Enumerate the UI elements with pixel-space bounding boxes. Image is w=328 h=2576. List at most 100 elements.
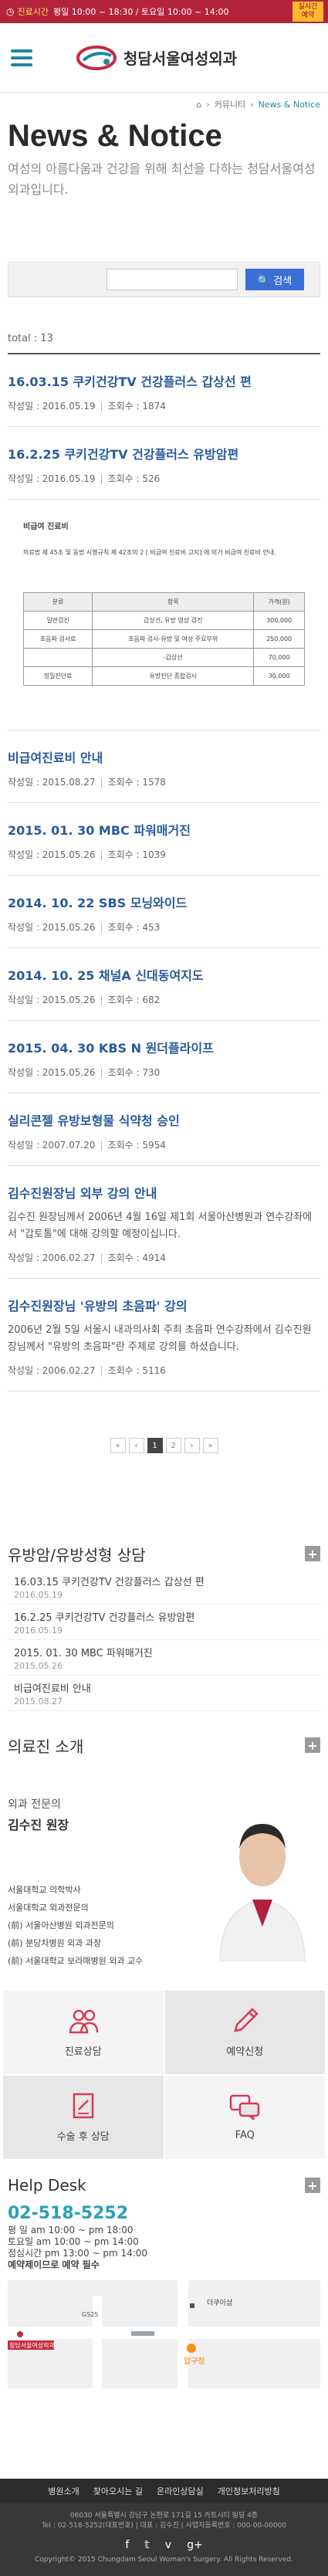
post-title[interactable]: 2015. 04. 30 KBS N 원더플라이프 bbox=[8, 1038, 320, 1056]
section-title: Help Desk bbox=[8, 2176, 86, 2195]
search-button[interactable]: 🔍 검색 bbox=[245, 269, 304, 290]
breadcrumb-sep: › bbox=[250, 99, 254, 110]
footer-link-about[interactable]: 병원소개 bbox=[48, 2485, 79, 2497]
clock-icon: ◷ bbox=[6, 6, 15, 17]
site-header: 청담서울여성외과 bbox=[0, 23, 328, 93]
list-item[interactable]: 16.03.15 쿠키건강TV 건강플러스 갑상선 편 2016.05.19 bbox=[8, 1569, 320, 1605]
list-item[interactable]: 2015. 01. 30 MBC 파워매거진 2015.05.26 bbox=[8, 1640, 320, 1676]
people-icon bbox=[69, 2009, 98, 2033]
footer-link-directions[interactable]: 찾아오시는 길 bbox=[93, 2485, 143, 2497]
pagination: « ‹ 1 2 › » bbox=[0, 1438, 328, 1453]
post-title[interactable]: 16.2.25 쿠키건강TV 건강플러스 유방암편 bbox=[8, 444, 320, 463]
footer-link-consult[interactable]: 온라인상담실 bbox=[157, 2485, 204, 2497]
post-meta: 작성일 : 2015.05.26 | 조회수 : 1039 bbox=[8, 849, 166, 860]
page-title: News & Notice bbox=[8, 119, 222, 153]
doctor-photo bbox=[205, 1784, 320, 1961]
map-label-building: 더쿠이샵 bbox=[207, 2300, 233, 2307]
phone-number[interactable]: 02-518-5252 bbox=[8, 2204, 320, 2223]
google-plus-icon[interactable]: g+ bbox=[187, 2539, 203, 2551]
list-item[interactable]: 김수진원장님 '유방의 초음파' 강의 2006년 2월 5일 서울시 내과의사… bbox=[8, 1279, 320, 1391]
map-label-station: 압구정 bbox=[184, 2357, 205, 2366]
quick-consult-button[interactable]: 진료상담 bbox=[3, 1991, 164, 2074]
search-bar: 🔍 검색 bbox=[8, 262, 320, 297]
post-title[interactable]: 2014. 10. 25 채널A 신대동여지도 bbox=[8, 965, 320, 984]
post-meta: 작성일 : 2015.05.26 | 조회수 : 730 bbox=[8, 1067, 161, 1078]
document-icon bbox=[73, 2093, 93, 2118]
list-item[interactable]: 실리콘젤 유방보형물 식약청 승인 작성일 : 2007.07.20 | 조회수 :… bbox=[8, 1093, 320, 1166]
list-item[interactable]: 2015. 04. 30 KBS N 원더플라이프 작성일 : 2015.05.… bbox=[8, 1021, 320, 1093]
fee-notice-image: 비급여 진료비 의료법 제 45조 및 동법 시행규칙 제 42조의 2 [ 비… bbox=[8, 500, 320, 730]
top-info-bar: ◷ 진료시간 평일 10:00 ~ 18:30 / 토요일 10:00 ~ 14… bbox=[0, 0, 328, 23]
post-meta: 작성일 : 2016.05.19 | 조회수 : 526 bbox=[8, 473, 161, 484]
logo-mark-icon bbox=[76, 45, 117, 70]
post-list: 16.03.15 쿠키건강TV 건강플러스 갑상선 편 작성일 : 2016.0… bbox=[8, 353, 320, 1391]
post-title[interactable]: 16.03.15 쿠키건강TV 건강플러스 갑상선 편 bbox=[8, 371, 320, 390]
footer-address: 06030 서울특별시 강남구 논현로 171길 15 카트시티 빌딩 4층 T… bbox=[41, 2512, 287, 2530]
list-item[interactable]: 2014. 10. 22 SBS 모닝와이드 작성일 : 2015.05.26 |… bbox=[8, 876, 320, 948]
footer-nav: 병원소개 찾아오시는 길 온라인상담실 개인정보처리방침 bbox=[0, 2479, 328, 2503]
list-item[interactable]: 2015. 01. 30 MBC 파워매거진 작성일 : 2015.05.26 |… bbox=[8, 803, 320, 876]
post-title[interactable]: 김수진원장님 외부 강의 안내 bbox=[8, 1183, 320, 1202]
post-meta: 작성일 : 2007.07.20 | 조회수 : 5954 bbox=[8, 1140, 166, 1151]
more-plus-icon[interactable]: + bbox=[305, 2178, 320, 2193]
prev-page-button[interactable]: ‹ bbox=[128, 1438, 144, 1453]
menu-icon[interactable] bbox=[11, 49, 32, 66]
doctor-section: 의료진 소개 + bbox=[0, 1730, 328, 1761]
quick-aftercare-button[interactable]: 수술 후 상담 bbox=[3, 2076, 164, 2159]
fee-table: 분류 항목 가격(원) 일반검진 갑상선, 유방 영상 검진 300,000 초음파 검… bbox=[22, 592, 305, 686]
list-item[interactable]: 비급여진료비 안내 2015.08.27 bbox=[8, 1676, 320, 1711]
vimeo-icon[interactable]: v bbox=[165, 2539, 171, 2551]
more-plus-icon[interactable]: + bbox=[305, 1737, 320, 1753]
section-title: 유방암/유방성형 상담 bbox=[8, 1545, 146, 1564]
post-meta: 작성일 : 2015.05.26 | 조회수 : 682 bbox=[8, 995, 161, 1005]
map-label-road: GS25 bbox=[82, 2311, 99, 2318]
realtime-reserve-button[interactable]: 실시간 예약 bbox=[292, 2, 323, 22]
list-item[interactable]: 16.03.15 쿠키건강TV 건강플러스 갑상선 편 작성일 : 2016.0… bbox=[8, 354, 320, 427]
copyright: Copyright© 2015 Chungdam Seoul Woman's S… bbox=[35, 2556, 293, 2564]
clinic-hours: 평 일 am 10:00 ~ pm 18:00 토요일 am 10:00 ~ p… bbox=[8, 2225, 148, 2270]
location-map[interactable]: 더쿠이샵 압구정 GS25 청담서울여성외과 bbox=[8, 2280, 320, 2388]
doctor-name: 김수진 원장 bbox=[8, 1818, 69, 1832]
doctor-career: 서울대학교 의학박사 서울대학교 외과전문의 (前) 서울아산병원 외과전문의 … bbox=[8, 1885, 144, 1966]
post-meta: 작성일 : 2016.05.19 | 조회수 : 1874 bbox=[8, 401, 166, 412]
list-item[interactable]: 비급여진료비 안내 작성일 : 2015.08.27 | 조회수 : 1578 bbox=[8, 730, 320, 803]
post-title[interactable]: 실리콘젤 유방보형물 식약청 승인 bbox=[8, 1110, 320, 1129]
fee-notice-intro: 의료법 제 45조 및 동법 시행규칙 제 42조의 2 [ 비급여 진료비 고… bbox=[23, 549, 276, 556]
doctor-subtitle: 외과 전문의 bbox=[8, 1798, 61, 1811]
quick-menu: 진료상담 예약신청 수술 후 상담 FAQ bbox=[3, 1991, 325, 2159]
map-label-hospital: 청담서울여성외과 bbox=[9, 2342, 55, 2349]
last-page-button[interactable]: » bbox=[202, 1438, 218, 1453]
post-excerpt: 김수진 원장님께서 2006년 4월 16일 제1회 서울아산병원과 연수강좌에… bbox=[8, 1212, 313, 1240]
page-1-button[interactable]: 1 bbox=[147, 1438, 163, 1453]
home-icon[interactable]: ⌂ bbox=[196, 100, 201, 110]
help-desk: Help Desk + 02-518-5252 평 일 am 10:00 ~ p… bbox=[0, 2159, 328, 2388]
search-input[interactable] bbox=[107, 269, 238, 290]
list-item[interactable]: 16.2.25 쿠키건강TV 건강플러스 유방암편 2016.05.19 bbox=[8, 1605, 320, 1640]
post-title[interactable]: 2015. 01. 30 MBC 파워매거진 bbox=[8, 820, 320, 839]
site-logo[interactable]: 청담서울여성외과 bbox=[76, 45, 237, 71]
quick-reserve-button[interactable]: 예약신청 bbox=[164, 1991, 325, 2074]
post-meta: 작성일 : 2015.08.27 | 조회수 : 1578 bbox=[8, 777, 166, 788]
list-item[interactable]: 16.2.25 쿠키건강TV 건강플러스 유방암편 작성일 : 2016.05.… bbox=[8, 427, 320, 500]
social-links: f 𝕥 v g+ bbox=[0, 2539, 328, 2551]
post-title[interactable]: 2014. 10. 22 SBS 모닝와이드 bbox=[8, 893, 320, 911]
hours-label: 진료시간 bbox=[17, 7, 49, 17]
list-item[interactable]: 2014. 10. 25 채널A 신대동여지도 작성일 : 2015.05.26… bbox=[8, 948, 320, 1021]
next-page-button[interactable]: › bbox=[184, 1438, 200, 1453]
facebook-icon[interactable]: f bbox=[125, 2539, 129, 2551]
first-page-button[interactable]: « bbox=[110, 1438, 126, 1453]
doctor-profile: 외과 전문의 김수진 원장 서울대학교 의학박사 서울대학교 외과전문의 (前)… bbox=[0, 1761, 328, 1991]
total-count: total : 13 bbox=[8, 333, 53, 344]
list-item[interactable]: 김수진원장님 외부 강의 안내 김수진 원장님께서 2006년 4월 16일 제… bbox=[8, 1166, 320, 1279]
post-title[interactable]: 비급여진료비 안내 bbox=[8, 747, 320, 766]
breadcrumb-parent[interactable]: 커뮤니티 bbox=[215, 98, 245, 110]
more-plus-icon[interactable]: + bbox=[305, 1546, 320, 1561]
page-description: 여성의 아름다움과 건강을 위해 최선을 다하는 청담서울여성외과입니다. bbox=[8, 161, 316, 197]
post-excerpt: 2006년 2월 5일 서울시 내과의사회 주최 초음파 연수강좌에서 김수진원… bbox=[8, 1324, 312, 1353]
page-2-button[interactable]: 2 bbox=[165, 1438, 181, 1453]
quick-faq-button[interactable]: FAQ bbox=[164, 2076, 325, 2159]
footer-link-privacy[interactable]: 개인정보처리방침 bbox=[218, 2485, 280, 2497]
chat-icon bbox=[230, 2094, 260, 2120]
post-title[interactable]: 김수진원장님 '유방의 초음파' 강의 bbox=[8, 1296, 320, 1314]
twitter-icon[interactable]: 𝕥 bbox=[144, 2539, 150, 2551]
